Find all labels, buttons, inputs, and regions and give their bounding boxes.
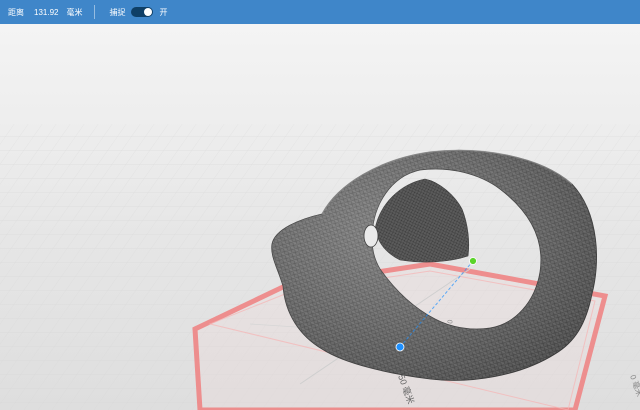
measure-toolbar: 距离 131.92 毫米 捕捉 开 — [0, 0, 640, 24]
snap-toggle-knob — [144, 8, 153, 16]
snap-label: 捕捉 — [109, 7, 126, 17]
distance-unit: 毫米 — [66, 7, 83, 17]
app-window: 距离 131.92 毫米 捕捉 开 50 毫米 0 0 毫米 — [0, 0, 640, 410]
distance-label: 距离 — [8, 7, 24, 17]
distance-value: 131.92 — [34, 7, 59, 17]
snap-state: 开 — [159, 7, 168, 17]
viewport-canvas[interactable]: 50 毫米 0 0 毫米 — [0, 24, 640, 410]
toolbar-divider — [94, 5, 96, 19]
measure-point-end[interactable] — [469, 257, 477, 265]
3d-viewport[interactable]: 50 毫米 0 0 毫米 — [0, 24, 640, 410]
snap-toggle[interactable] — [131, 7, 154, 17]
measure-point-start[interactable] — [395, 342, 405, 352]
